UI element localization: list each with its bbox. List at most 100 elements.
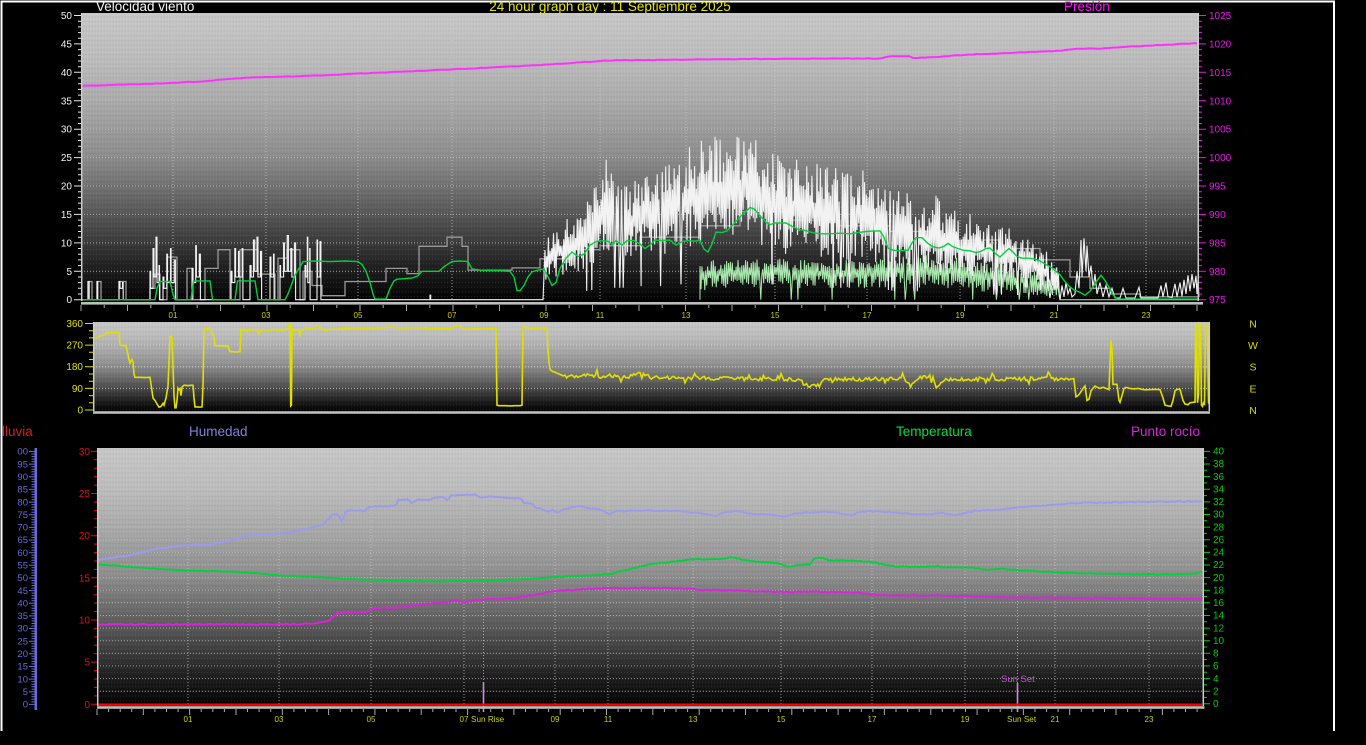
- svg-text:25: 25: [17, 636, 28, 647]
- svg-text:25: 25: [61, 153, 73, 164]
- svg-text:65: 65: [17, 535, 28, 546]
- svg-text:30: 30: [61, 125, 73, 136]
- svg-text:Punto rocío: Punto rocío: [1131, 424, 1200, 439]
- svg-text:40: 40: [1213, 447, 1225, 458]
- svg-text:30: 30: [17, 624, 28, 635]
- svg-text:10: 10: [79, 616, 91, 627]
- svg-text:15: 15: [777, 715, 786, 724]
- svg-text:03: 03: [262, 311, 271, 320]
- svg-text:36: 36: [1213, 472, 1225, 483]
- svg-text:30: 30: [1213, 510, 1225, 521]
- svg-text:360: 360: [66, 319, 83, 330]
- svg-text:Sun Set: Sun Set: [1001, 674, 1035, 685]
- svg-text:05: 05: [354, 311, 363, 320]
- svg-text:18: 18: [1213, 585, 1225, 596]
- svg-text:95: 95: [17, 459, 28, 470]
- svg-text:32: 32: [1213, 497, 1225, 508]
- svg-text:15: 15: [79, 573, 91, 584]
- svg-text:24: 24: [1213, 548, 1225, 559]
- svg-text:50: 50: [61, 11, 73, 22]
- svg-text:13: 13: [682, 311, 691, 320]
- svg-text:980: 980: [1209, 267, 1226, 278]
- svg-text:0: 0: [77, 406, 83, 417]
- svg-text:15: 15: [771, 311, 780, 320]
- svg-text:W: W: [1248, 340, 1258, 352]
- svg-text:23: 23: [1145, 715, 1154, 724]
- svg-text:00: 00: [17, 447, 28, 458]
- svg-text:24 hour graph day : 11 Septiem: 24 hour graph day : 11 Septiembre 2025: [489, 0, 730, 14]
- svg-text:20: 20: [61, 182, 73, 193]
- svg-text:09: 09: [551, 715, 560, 724]
- svg-text:40: 40: [17, 598, 28, 609]
- svg-text:N: N: [1249, 319, 1257, 331]
- svg-text:1015: 1015: [1209, 68, 1232, 79]
- svg-text:1005: 1005: [1209, 125, 1232, 136]
- svg-text:Sun Rise: Sun Rise: [471, 715, 505, 724]
- svg-text:990: 990: [1209, 210, 1226, 221]
- svg-text:17: 17: [863, 311, 872, 320]
- svg-text:E: E: [1249, 383, 1256, 395]
- svg-text:45: 45: [17, 586, 28, 597]
- svg-text:S: S: [1249, 362, 1256, 374]
- svg-text:0: 0: [66, 295, 72, 306]
- svg-text:Temperatura: Temperatura: [896, 424, 972, 439]
- svg-text:180: 180: [66, 362, 83, 373]
- svg-text:50: 50: [17, 573, 28, 584]
- svg-text:0: 0: [23, 700, 28, 711]
- svg-text:15: 15: [17, 662, 28, 673]
- svg-text:25: 25: [79, 489, 91, 500]
- svg-text:85: 85: [17, 485, 28, 496]
- svg-text:19: 19: [961, 715, 970, 724]
- svg-text:09: 09: [540, 311, 549, 320]
- svg-text:4: 4: [1213, 674, 1219, 685]
- svg-text:995: 995: [1209, 182, 1226, 193]
- svg-text:lluvia: lluvia: [2, 424, 33, 439]
- svg-text:14: 14: [1213, 611, 1225, 622]
- svg-text:28: 28: [1213, 522, 1225, 533]
- svg-text:07: 07: [460, 715, 469, 724]
- svg-text:90: 90: [72, 384, 84, 395]
- svg-text:Velocidad viento: Velocidad viento: [96, 0, 194, 14]
- svg-text:20: 20: [1213, 573, 1225, 584]
- svg-text:270: 270: [66, 341, 83, 352]
- svg-text:11: 11: [596, 311, 605, 320]
- svg-text:10: 10: [1213, 636, 1225, 647]
- svg-text:0: 0: [1213, 699, 1219, 710]
- svg-text:20: 20: [17, 649, 28, 660]
- svg-text:05: 05: [367, 715, 376, 724]
- svg-text:5: 5: [23, 687, 28, 698]
- svg-text:75: 75: [17, 510, 28, 521]
- svg-text:10: 10: [17, 674, 28, 685]
- svg-text:Presión: Presión: [1064, 0, 1110, 14]
- svg-text:10: 10: [61, 238, 73, 249]
- svg-text:1025: 1025: [1209, 11, 1232, 22]
- svg-text:985: 985: [1209, 238, 1226, 249]
- svg-text:22: 22: [1213, 560, 1225, 571]
- svg-text:0: 0: [84, 700, 90, 711]
- svg-text:40: 40: [61, 68, 73, 79]
- svg-text:23: 23: [1142, 311, 1151, 320]
- svg-text:21: 21: [1050, 311, 1059, 320]
- svg-text:11: 11: [604, 715, 613, 724]
- svg-text:03: 03: [275, 715, 284, 724]
- svg-text:1000: 1000: [1209, 153, 1232, 164]
- svg-text:8: 8: [1213, 649, 1219, 660]
- svg-text:15: 15: [61, 210, 73, 221]
- svg-text:80: 80: [17, 497, 28, 508]
- svg-text:35: 35: [17, 611, 28, 622]
- svg-text:Humedad: Humedad: [189, 424, 248, 439]
- svg-text:16: 16: [1213, 598, 1225, 609]
- svg-text:60: 60: [17, 548, 28, 559]
- svg-text:12: 12: [1213, 623, 1225, 634]
- svg-text:45: 45: [61, 39, 73, 50]
- svg-text:N: N: [1249, 405, 1257, 417]
- svg-text:01: 01: [169, 311, 178, 320]
- svg-text:90: 90: [17, 472, 28, 483]
- svg-text:07: 07: [448, 311, 457, 320]
- svg-text:30: 30: [79, 447, 91, 458]
- svg-text:Sun Set: Sun Set: [1007, 715, 1037, 724]
- svg-text:19: 19: [956, 311, 965, 320]
- svg-text:5: 5: [84, 658, 90, 669]
- svg-text:6: 6: [1213, 661, 1219, 672]
- svg-text:35: 35: [61, 96, 73, 107]
